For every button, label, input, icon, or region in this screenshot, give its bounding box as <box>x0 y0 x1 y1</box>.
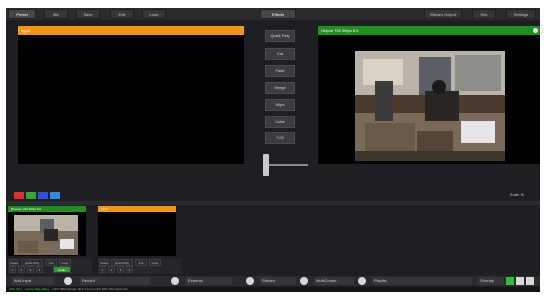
overlay-label[interactable]: Overlay <box>478 277 504 285</box>
playlist-button[interactable]: Playlist <box>372 277 472 285</box>
input-2-controls: Close Quick Play Cut Loop 1 2 3 4 <box>98 258 182 274</box>
performance-stats: CPU 39% Render Time 7.0 ms GPU 48% Idle … <box>52 287 128 291</box>
stream-toggle-icon[interactable] <box>246 277 254 285</box>
output-camera-feed <box>355 51 505 161</box>
inputs-divider <box>6 201 540 205</box>
external-button[interactable]: External <box>186 277 232 285</box>
input-1-overlay-2-button[interactable]: 2 <box>18 266 25 273</box>
input-2-overlay-4-button[interactable]: 4 <box>126 266 133 273</box>
cut-button[interactable]: Cut <box>265 48 295 60</box>
tab-edit[interactable]: Edit <box>110 9 134 19</box>
status-bar: vMix 29.0 Frame Rate 30fps CPU 39% Rende… <box>6 287 540 292</box>
tab-rec[interactable]: Rec <box>472 9 496 19</box>
input-1-thumbnail[interactable]: Browser 720 30fps 5.0 <box>8 206 86 256</box>
input-2-title: Input <box>98 206 176 212</box>
preview-panel-title: Input <box>18 26 244 35</box>
top-tab-bar: Preset Mix Save Edit Load Effects Stream… <box>6 8 540 20</box>
frame-rate-status: Frame Rate 30fps <box>25 287 50 291</box>
overlay-1-button[interactable] <box>506 277 514 285</box>
t-bar-track[interactable] <box>268 164 308 166</box>
multicorder-button[interactable]: MultiCorder <box>314 277 354 285</box>
settings-gear-icon[interactable] <box>64 277 72 285</box>
output-panel-title: Output 720 30fps 5.0 <box>318 26 540 35</box>
tab-stream-output[interactable]: Stream Output <box>424 9 462 19</box>
preview-panel[interactable]: Input <box>18 26 244 164</box>
view-scale-label[interactable]: Scale: M <box>510 192 538 199</box>
overlay-3-button[interactable] <box>526 277 534 285</box>
input-2-thumbnail[interactable]: Input <box>98 206 176 256</box>
color-swatch-blue[interactable] <box>38 192 48 199</box>
input-1-loop-button[interactable]: Loop <box>59 259 71 266</box>
t-bar-handle[interactable] <box>263 154 269 176</box>
cube-button[interactable]: Cube <box>265 116 295 128</box>
quick-play-button[interactable]: Quick Play <box>265 30 295 42</box>
merge-button[interactable]: Merge <box>265 82 295 94</box>
color-swatch-green[interactable] <box>26 192 36 199</box>
input-2-close-button[interactable]: Close <box>99 259 109 266</box>
input-1-quick-play-button[interactable]: Quick Play <box>21 259 43 266</box>
tab-save[interactable]: Save <box>76 9 100 19</box>
input-2-overlay-2-button[interactable]: 2 <box>108 266 115 273</box>
input-2-loop-button[interactable]: Loop <box>149 259 161 266</box>
color-swatch-red[interactable] <box>14 192 24 199</box>
input-1-camera-feed <box>14 215 78 255</box>
input-1-overlay-3-button[interactable]: 3 <box>27 266 34 273</box>
wipe-button[interactable]: Wipe <box>265 99 295 111</box>
input-1-cut-button[interactable]: Cut <box>45 259 57 266</box>
stream-button[interactable]: Stream <box>260 277 296 285</box>
input-1-overlay-4-button[interactable]: 4 <box>36 266 43 273</box>
multicorder-toggle-icon[interactable] <box>300 277 308 285</box>
input-2-overlay-1-button[interactable]: 1 <box>99 266 106 273</box>
input-1-controls: Close Quick Play Cut Loop 1 2 3 4 Audio <box>8 258 92 274</box>
overlay-2-button[interactable] <box>516 277 524 285</box>
status-light-icon <box>533 28 538 33</box>
input-1-title: Browser 720 30fps 5.0 <box>8 206 86 212</box>
add-input-button[interactable]: Add Input <box>12 277 54 285</box>
tab-effects[interactable]: Effects <box>260 9 296 19</box>
external-toggle-icon[interactable] <box>171 277 179 285</box>
tab-settings[interactable]: Settings <box>506 9 536 19</box>
output-panel[interactable]: Output 720 30fps 5.0 <box>318 26 540 164</box>
record-button[interactable]: Record <box>80 277 150 285</box>
tab-mix[interactable]: Mix <box>44 9 68 19</box>
fade-button[interactable]: Fade <box>265 65 295 77</box>
app-version: vMix 29.0 <box>9 287 22 291</box>
input-1-audio-button[interactable]: Audio <box>53 266 71 273</box>
color-swatch-light-blue[interactable] <box>50 192 60 199</box>
input-1-close-button[interactable]: Close <box>9 259 19 266</box>
vmix-window: Preset Mix Save Edit Load Effects Stream… <box>6 8 540 292</box>
tab-load[interactable]: Load <box>142 9 166 19</box>
bottom-control-bar: Add Input Record External Stream MultiCo… <box>6 276 540 286</box>
tab-preset[interactable]: Preset <box>8 9 36 19</box>
input-1-overlay-1-button[interactable]: 1 <box>9 266 16 273</box>
input-2-quick-play-button[interactable]: Quick Play <box>111 259 133 266</box>
input-2-cut-button[interactable]: Cut <box>135 259 147 266</box>
playlist-toggle-icon[interactable] <box>358 277 366 285</box>
transition-duration-field[interactable]: 7.00 <box>265 132 295 144</box>
input-2-overlay-3-button[interactable]: 3 <box>117 266 124 273</box>
